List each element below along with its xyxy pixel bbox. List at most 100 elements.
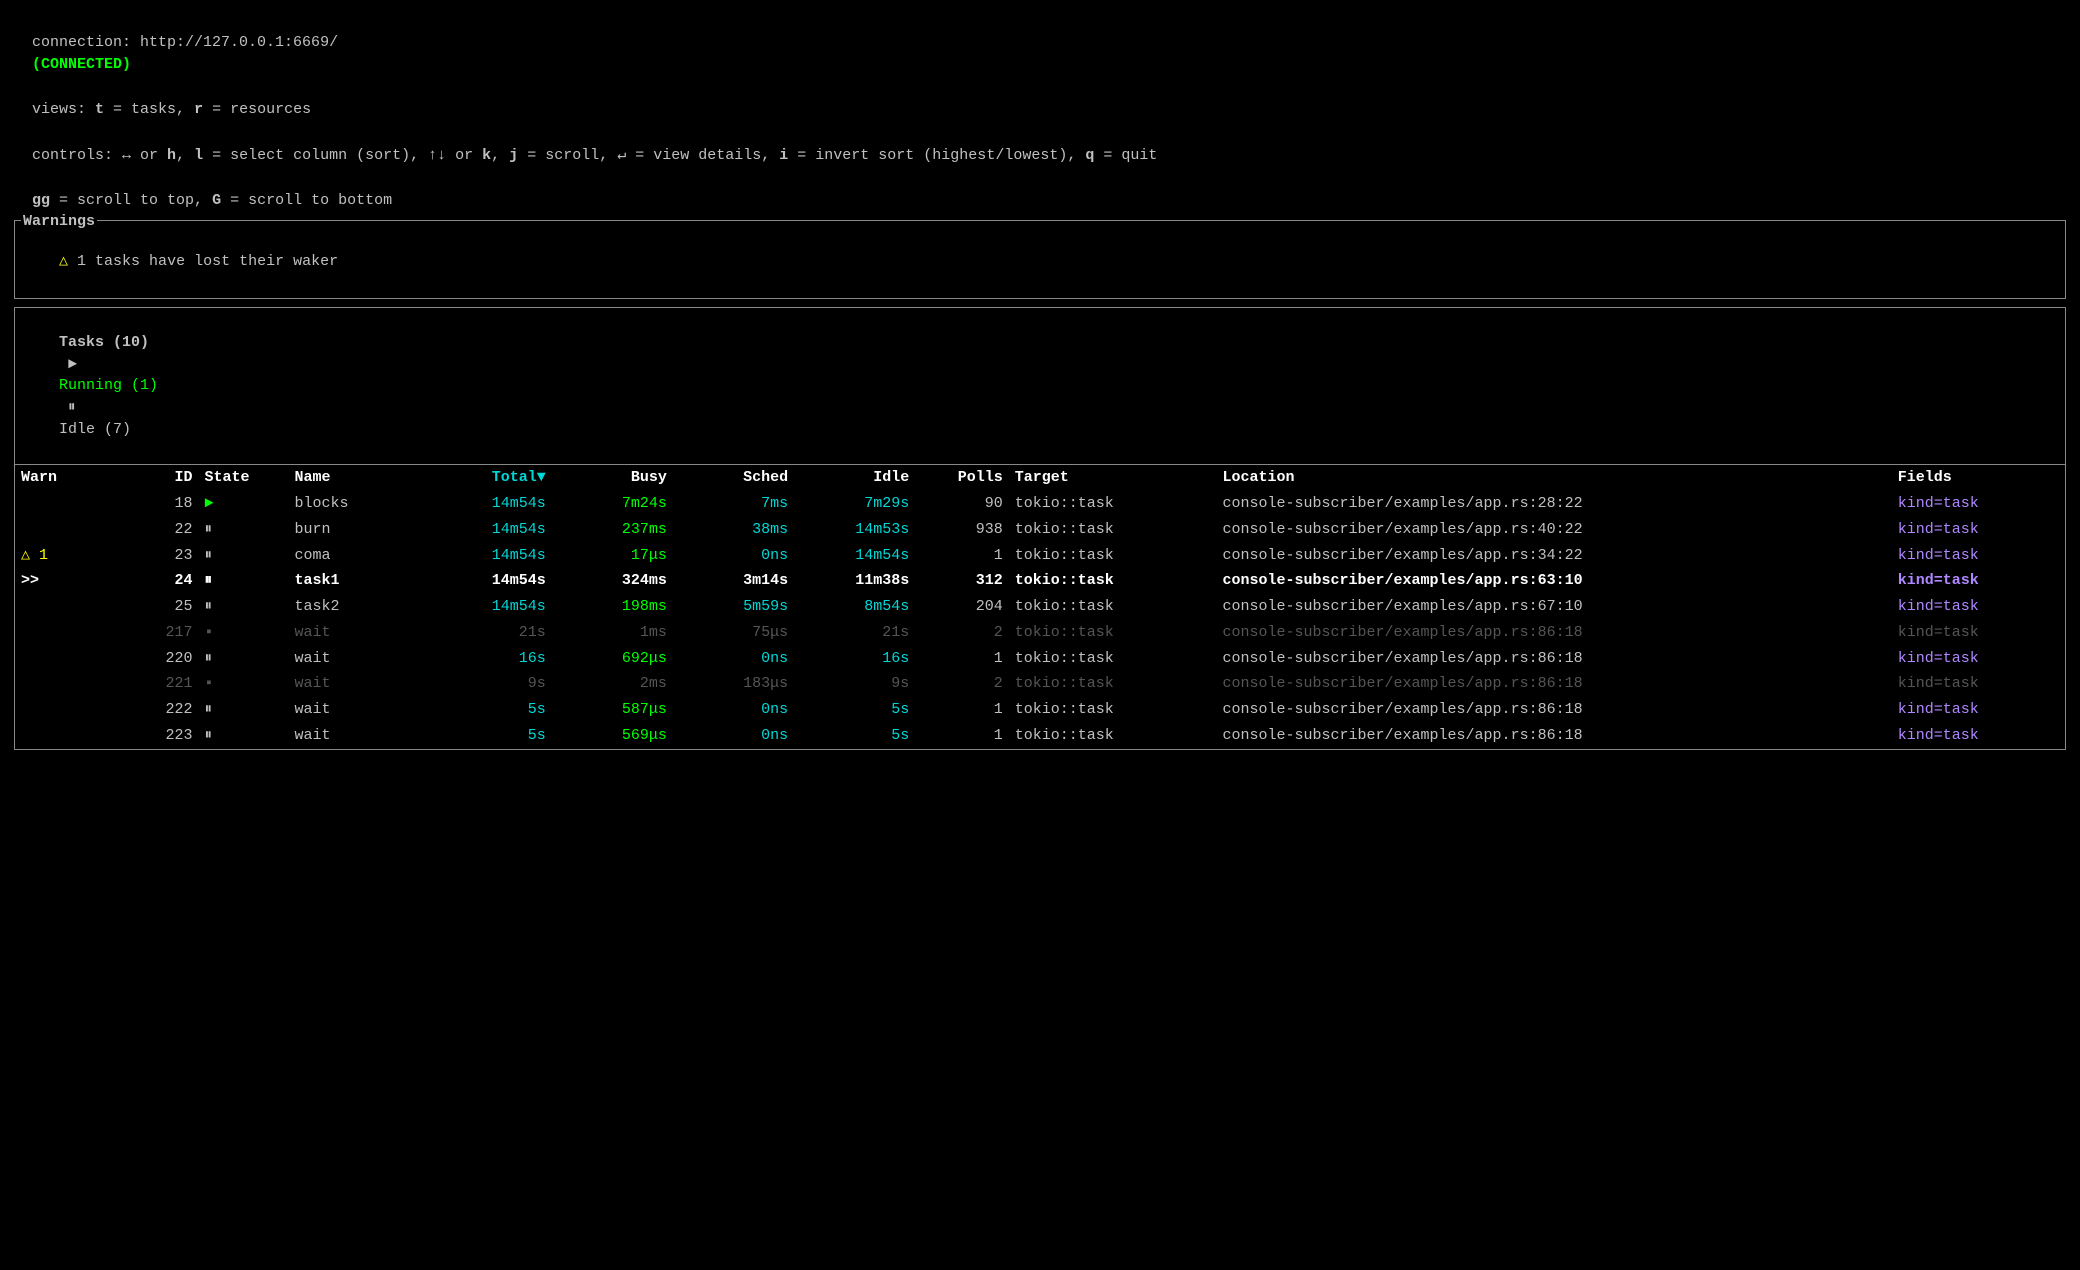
cell-target: tokio::task bbox=[1009, 620, 1217, 646]
cell-target: tokio::task bbox=[1009, 594, 1217, 620]
cell-name: burn bbox=[289, 517, 414, 543]
cell-fields: kind=task bbox=[1892, 646, 2065, 672]
col-header-location: Location bbox=[1217, 465, 1892, 491]
cell-state: ⏸ bbox=[199, 568, 289, 594]
cell-busy: 587μs bbox=[552, 697, 673, 723]
connection-line: connection: http://127.0.0.1:6669/ (CONN… bbox=[14, 10, 2066, 75]
cell-fields: kind=task bbox=[1892, 568, 2065, 594]
cell-total: 21s bbox=[413, 620, 552, 646]
table-row[interactable]: 25⏸task214m54s198ms5m59s8m54s204tokio::t… bbox=[15, 594, 2065, 620]
col-header-state: State bbox=[199, 465, 289, 491]
cell-idle: 9s bbox=[794, 671, 915, 697]
col-header-total: Total▼ bbox=[413, 465, 552, 491]
cell-target: tokio::task bbox=[1009, 697, 1217, 723]
tasks-section: Tasks (10) ► Running (1) ⏸ Idle (7) Warn… bbox=[14, 307, 2066, 750]
cell-name: blocks bbox=[289, 491, 414, 517]
cell-name: wait bbox=[289, 620, 414, 646]
cell-fields: kind=task bbox=[1892, 620, 2065, 646]
cell-warn bbox=[15, 646, 112, 672]
cell-id: 223 bbox=[112, 723, 199, 749]
cell-target: tokio::task bbox=[1009, 723, 1217, 749]
cell-idle: 5s bbox=[794, 697, 915, 723]
table-row[interactable]: △ 123⏸coma14m54s17μs0ns14m54s1tokio::tas… bbox=[15, 543, 2065, 569]
tasks-tbody: 18►blocks14m54s7m24s7ms7m29s90tokio::tas… bbox=[15, 491, 2065, 749]
cell-location: console-subscriber/examples/app.rs:86:18 bbox=[1217, 620, 1892, 646]
table-row[interactable]: 220⏸wait16s692μs0ns16s1tokio::taskconsol… bbox=[15, 646, 2065, 672]
cell-sched: 75μs bbox=[673, 620, 794, 646]
cell-location: console-subscriber/examples/app.rs:86:18 bbox=[1217, 646, 1892, 672]
table-header-row: Warn ID State Name Total▼ Busy Sched Idl… bbox=[15, 465, 2065, 491]
cell-location: console-subscriber/examples/app.rs:28:22 bbox=[1217, 491, 1892, 517]
tasks-title: Tasks (10) bbox=[59, 334, 149, 351]
cell-warn: △ 1 bbox=[15, 543, 112, 569]
cell-state: ⏸ bbox=[199, 517, 289, 543]
cell-idle: 8m54s bbox=[794, 594, 915, 620]
cell-polls: 90 bbox=[915, 491, 1008, 517]
cell-state: ⏸ bbox=[199, 594, 289, 620]
table-row[interactable]: 221▪wait9s2ms183μs9s2tokio::taskconsole-… bbox=[15, 671, 2065, 697]
table-row[interactable]: 223⏸wait5s569μs0ns5s1tokio::taskconsole-… bbox=[15, 723, 2065, 749]
tasks-table: Warn ID State Name Total▼ Busy Sched Idl… bbox=[15, 465, 2065, 748]
cell-state: ⏸ bbox=[199, 697, 289, 723]
cell-name: task1 bbox=[289, 568, 414, 594]
cell-target: tokio::task bbox=[1009, 543, 1217, 569]
table-row[interactable]: 222⏸wait5s587μs0ns5s1tokio::taskconsole-… bbox=[15, 697, 2065, 723]
cell-sched: 183μs bbox=[673, 671, 794, 697]
cell-state: ▪ bbox=[199, 620, 289, 646]
warning-item: △ 1 tasks have lost their waker bbox=[23, 225, 2057, 294]
scroll-line: gg = scroll to top, G = scroll to bottom bbox=[14, 168, 2066, 212]
views-line: views: t = tasks, r = resources bbox=[14, 77, 2066, 121]
cell-id: 18 bbox=[112, 491, 199, 517]
col-header-warn: Warn bbox=[15, 465, 112, 491]
cell-sched: 0ns bbox=[673, 697, 794, 723]
cell-polls: 1 bbox=[915, 697, 1008, 723]
cell-idle: 21s bbox=[794, 620, 915, 646]
cell-warn bbox=[15, 491, 112, 517]
cell-fields: kind=task bbox=[1892, 697, 2065, 723]
col-header-fields: Fields bbox=[1892, 465, 2065, 491]
table-row[interactable]: >>24⏸task114m54s324ms3m14s11m38s312tokio… bbox=[15, 568, 2065, 594]
cell-state: ► bbox=[199, 491, 289, 517]
cell-fields: kind=task bbox=[1892, 594, 2065, 620]
cell-name: wait bbox=[289, 671, 414, 697]
cell-id: 22 bbox=[112, 517, 199, 543]
table-row[interactable]: 18►blocks14m54s7m24s7ms7m29s90tokio::tas… bbox=[15, 491, 2065, 517]
cell-target: tokio::task bbox=[1009, 517, 1217, 543]
cell-warn bbox=[15, 517, 112, 543]
cell-busy: 324ms bbox=[552, 568, 673, 594]
cell-sched: 3m14s bbox=[673, 568, 794, 594]
cell-sched: 5m59s bbox=[673, 594, 794, 620]
cell-total: 16s bbox=[413, 646, 552, 672]
cell-target: tokio::task bbox=[1009, 568, 1217, 594]
cell-name: task2 bbox=[289, 594, 414, 620]
table-row[interactable]: 217▪wait21s1ms75μs21s2tokio::taskconsole… bbox=[15, 620, 2065, 646]
controls-line: controls: ↔ or h, l = select column (sor… bbox=[14, 123, 2066, 167]
running-label: Running (1) bbox=[59, 377, 158, 394]
cell-polls: 1 bbox=[915, 723, 1008, 749]
cell-location: console-subscriber/examples/app.rs:86:18 bbox=[1217, 671, 1892, 697]
cell-busy: 17μs bbox=[552, 543, 673, 569]
cell-warn bbox=[15, 697, 112, 723]
cell-total: 5s bbox=[413, 723, 552, 749]
cell-busy: 692μs bbox=[552, 646, 673, 672]
cell-sched: 0ns bbox=[673, 646, 794, 672]
cell-name: wait bbox=[289, 697, 414, 723]
table-row[interactable]: 22⏸burn14m54s237ms38ms14m53s938tokio::ta… bbox=[15, 517, 2065, 543]
cell-busy: 237ms bbox=[552, 517, 673, 543]
cell-name: wait bbox=[289, 723, 414, 749]
cell-target: tokio::task bbox=[1009, 646, 1217, 672]
cell-idle: 5s bbox=[794, 723, 915, 749]
connection-status: (CONNECTED) bbox=[32, 56, 131, 73]
cell-total: 9s bbox=[413, 671, 552, 697]
cell-id: 220 bbox=[112, 646, 199, 672]
cell-idle: 7m29s bbox=[794, 491, 915, 517]
cell-state: ⏸ bbox=[199, 646, 289, 672]
cell-total: 14m54s bbox=[413, 517, 552, 543]
cell-fields: kind=task bbox=[1892, 671, 2065, 697]
cell-busy: 2ms bbox=[552, 671, 673, 697]
idle-label: Idle (7) bbox=[59, 421, 131, 438]
col-header-id: ID bbox=[112, 465, 199, 491]
cell-idle: 16s bbox=[794, 646, 915, 672]
cell-location: console-subscriber/examples/app.rs:34:22 bbox=[1217, 543, 1892, 569]
cell-target: tokio::task bbox=[1009, 491, 1217, 517]
